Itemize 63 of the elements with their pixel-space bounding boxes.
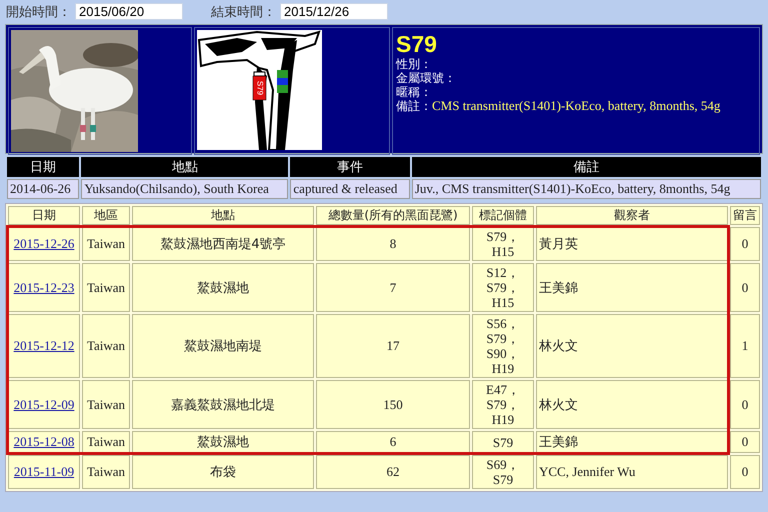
table-cell: Juv., CMS transmitter(S1401)-KoEco, battery, 8months, 54g	[412, 179, 761, 199]
column-header: 事件	[290, 157, 410, 177]
table-cell: captured & released	[290, 179, 410, 199]
table-cell: Taiwan	[82, 431, 130, 453]
date-link[interactable]: 2015-12-12	[14, 338, 74, 353]
table-cell: 17	[316, 314, 470, 378]
table-cell: S56， S79， S90， H19	[472, 314, 534, 378]
field-value: CMS transmitter(S1401)-KoEco, battery, 8months, 54g	[432, 98, 720, 113]
table-cell: Taiwan	[82, 263, 130, 312]
table-cell: 布袋	[132, 455, 314, 489]
table-cell: 0	[730, 455, 760, 489]
table-cell: 林火文	[536, 314, 728, 378]
table-cell: 150	[316, 380, 470, 429]
leg-band-drawing: S79	[197, 30, 322, 150]
table-cell: 鰲鼓濕地	[132, 431, 314, 453]
table-cell: 鰲鼓濕地	[132, 263, 314, 312]
table-cell: 嘉義鰲鼓濕地北堤	[132, 380, 314, 429]
column-header: 地點	[132, 206, 314, 225]
column-header: 觀察者	[536, 206, 728, 225]
table-cell: 林火文	[536, 380, 728, 429]
table-cell: S12， S79， H15	[472, 263, 534, 312]
field-label: 暱稱：	[396, 85, 432, 99]
bird-id: S79	[396, 31, 438, 57]
field-label: 性別：	[396, 57, 432, 71]
table-cell: E47， S79， H19	[472, 380, 534, 429]
table-cell: Taiwan	[82, 455, 130, 489]
column-header: 備註	[412, 157, 761, 177]
end-label: 結束時間：	[211, 4, 276, 20]
end-date-field[interactable]: 2015/12/26	[280, 3, 388, 20]
table-cell: 1	[730, 314, 760, 378]
column-header: 日期	[7, 157, 80, 177]
table-cell: 鰲鼓濕地西南堤4號亭	[132, 227, 314, 261]
table-cell: 0	[730, 380, 760, 429]
table-cell: S69， S79	[472, 455, 534, 489]
table-cell: 8	[316, 227, 470, 261]
start-date-field[interactable]: 2015/06/20	[75, 3, 183, 20]
table-cell: S79， H15	[472, 227, 534, 261]
field-label: 備註：	[396, 99, 432, 113]
table-cell: Taiwan	[82, 380, 130, 429]
table-cell: 王美錦	[536, 431, 728, 453]
column-header: 標記個體	[472, 206, 534, 225]
table-cell: 62	[316, 455, 470, 489]
column-header: 日期	[8, 206, 80, 225]
table-cell: 黃月英	[536, 227, 728, 261]
table-cell: 7	[316, 263, 470, 312]
table-cell: Yuksando(Chilsando), South Korea	[81, 179, 288, 199]
field-label: 金屬環號：	[396, 71, 456, 85]
table-cell: 2014-06-26	[7, 179, 80, 199]
table-cell: Taiwan	[82, 314, 130, 378]
table-cell: 0	[730, 263, 760, 312]
column-header: 地區	[82, 206, 130, 225]
start-label: 開始時間：	[6, 4, 71, 20]
table-cell: 0	[730, 431, 760, 453]
table-cell: 鰲鼓濕地南堤	[132, 314, 314, 378]
table-cell: 王美錦	[536, 263, 728, 312]
table-cell: 0	[730, 227, 760, 261]
table-cell: 6	[316, 431, 470, 453]
table-cell: Taiwan	[82, 227, 130, 261]
column-header: 留言	[730, 206, 760, 225]
column-header: 地點	[81, 157, 288, 177]
column-header: 總數量(所有的黑面琵鷺)	[316, 206, 470, 225]
table-cell: S79	[472, 431, 534, 453]
table-cell: YCC, Jennifer Wu	[536, 455, 728, 489]
